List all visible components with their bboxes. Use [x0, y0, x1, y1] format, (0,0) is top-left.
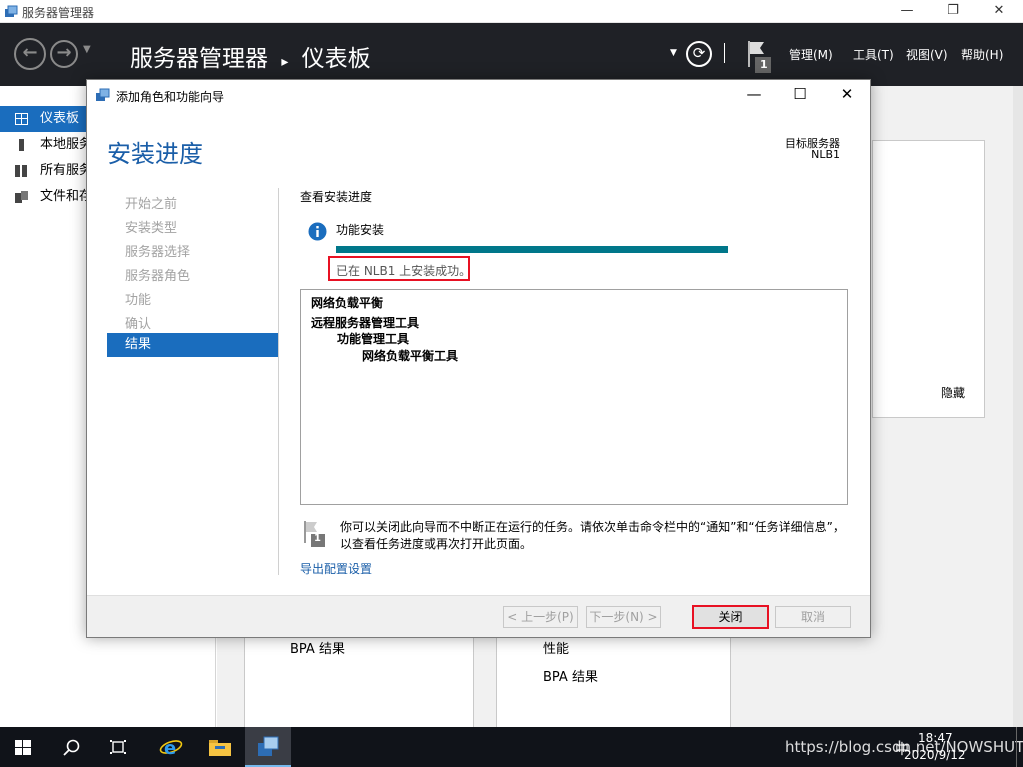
step-server-selection: 服务器选择: [125, 245, 191, 260]
dialog-title: 添加角色和功能向导: [116, 90, 225, 104]
internet-explorer-icon: e: [159, 738, 183, 759]
task-view-button[interactable]: [95, 727, 141, 767]
history-dropdown-icon[interactable]: ▼: [83, 44, 91, 55]
target-server-value: NLB1: [811, 148, 840, 161]
dialog-titlebar: 添加角色和功能向导 — ☐ ✕: [87, 80, 870, 110]
server-manager-icon: [258, 736, 279, 756]
step-divider: [278, 188, 279, 575]
status-title: 功能安装: [336, 223, 385, 237]
cancel-button[interactable]: 取消: [775, 606, 851, 628]
add-roles-wizard-dialog: 添加角色和功能向导 — ☐ ✕ 安装进度 目标服务器 NLB1 开始之前 安装类…: [86, 79, 871, 638]
success-message: 已在 NLB1 上安装成功。: [336, 264, 472, 278]
previous-button[interactable]: < 上一步(P): [503, 606, 578, 628]
progress-bar-fill: [336, 246, 728, 253]
section-title: 查看安装进度: [300, 190, 373, 204]
bpa-results-label[interactable]: BPA 结果: [290, 638, 345, 657]
server-group-card-2: 性能 BPA 结果: [496, 626, 731, 736]
menu-view[interactable]: 视图(V): [906, 46, 948, 63]
maximize-button[interactable]: ❐: [930, 0, 976, 23]
dialog-close-button[interactable]: ✕: [824, 80, 870, 110]
step-before-you-begin: 开始之前: [125, 197, 178, 212]
breadcrumb: 服务器管理器 ▸ 仪表板: [130, 39, 371, 73]
step-confirmation: 确认: [125, 317, 152, 332]
close-wizard-button[interactable]: 关闭: [692, 605, 769, 629]
scrollbar[interactable]: [1013, 86, 1023, 727]
breadcrumb-separator: ▸: [281, 54, 289, 70]
sidebar-item-label: 仪表板: [40, 111, 80, 126]
taskbar: e https://blog.csdn.net/NOWSHUT 中 18:47 …: [0, 727, 1023, 767]
export-settings-link[interactable]: 导出配置设置: [300, 560, 372, 577]
start-button[interactable]: [0, 727, 46, 767]
menu-manage[interactable]: 管理(M): [789, 46, 833, 63]
clock-time[interactable]: 18:47: [918, 731, 953, 745]
step-install-type: 安装类型: [125, 221, 178, 236]
header-divider: [724, 43, 725, 63]
hide-link[interactable]: 隐藏: [941, 384, 965, 401]
window-titlebar: 服务器管理器 — ❐ ✕: [0, 0, 1023, 23]
dialog-footer: < 上一步(P) 下一步(N) > 关闭 取消: [87, 595, 870, 637]
close-button[interactable]: ✕: [976, 0, 1022, 23]
results-list: 网络负载平衡 远程服务器管理工具 功能管理工具 网络负载平衡工具: [300, 289, 848, 505]
info-icon: [308, 222, 327, 241]
result-item: 远程服务器管理工具: [311, 316, 420, 330]
dashboard-icon: [15, 113, 28, 125]
wizard-app-icon: [96, 88, 110, 101]
welcome-card: 隐藏: [872, 140, 985, 418]
search-button[interactable]: [48, 727, 94, 767]
breadcrumb-page: 仪表板: [301, 46, 371, 72]
task-view-icon: [110, 740, 126, 754]
server-group-card-1: BPA 结果: [244, 626, 474, 736]
notification-count: 1: [760, 58, 768, 71]
notification-flag-icon[interactable]: [746, 39, 772, 75]
minimize-button[interactable]: —: [884, 0, 930, 23]
server-manager-taskbar-button[interactable]: [245, 727, 291, 767]
result-item: 网络负载平衡工具: [362, 349, 459, 363]
folder-icon: [209, 740, 231, 756]
step-results[interactable]: 结果: [107, 333, 278, 357]
refresh-icon[interactable]: ⟳: [686, 41, 712, 67]
server-manager-app-icon: [5, 5, 18, 17]
step-features: 功能: [125, 293, 152, 308]
forward-arrow-icon[interactable]: →: [50, 40, 78, 68]
notice-flag-count: 1: [314, 533, 321, 544]
menu-help[interactable]: 帮助(H): [961, 46, 1003, 63]
bpa-results-label[interactable]: BPA 结果: [543, 666, 598, 685]
dialog-maximize-button[interactable]: ☐: [777, 80, 823, 110]
notice-text: 你可以关闭此向导而不中断正在运行的任务。请依次单击命令栏中的“通知”和“任务详细…: [340, 520, 845, 551]
svg-text:e: e: [164, 738, 176, 758]
search-icon: [62, 739, 79, 756]
window-title: 服务器管理器: [22, 6, 95, 20]
servers-icon: [15, 165, 27, 177]
result-item: 网络负载平衡: [311, 296, 384, 310]
app-header: ← → ▼ 服务器管理器 ▸ 仪表板 ▼ ⟳ 1 管理(M) 工具(T) 视图(…: [0, 23, 1023, 86]
clock-date[interactable]: 2020/9/12: [904, 748, 966, 762]
back-arrow-icon[interactable]: ←: [14, 38, 46, 70]
performance-label[interactable]: 性能: [543, 638, 569, 657]
progress-bar: [336, 246, 728, 253]
files-icon: [15, 191, 28, 203]
next-button[interactable]: 下一步(N) >: [586, 606, 661, 628]
dialog-minimize-button[interactable]: —: [731, 80, 777, 110]
breadcrumb-app: 服务器管理器: [130, 46, 268, 72]
internet-explorer-button[interactable]: e: [148, 727, 194, 767]
menu-tools[interactable]: 工具(T): [853, 46, 894, 63]
step-server-roles: 服务器角色: [125, 269, 191, 284]
page-title: 安装进度: [107, 140, 203, 168]
refresh-dropdown-icon[interactable]: ▼: [670, 48, 677, 58]
result-item: 功能管理工具: [337, 332, 410, 346]
windows-logo-icon: [15, 740, 31, 755]
show-desktop-button[interactable]: [1016, 727, 1017, 767]
server-icon: [19, 139, 24, 151]
file-explorer-button[interactable]: [197, 727, 243, 767]
